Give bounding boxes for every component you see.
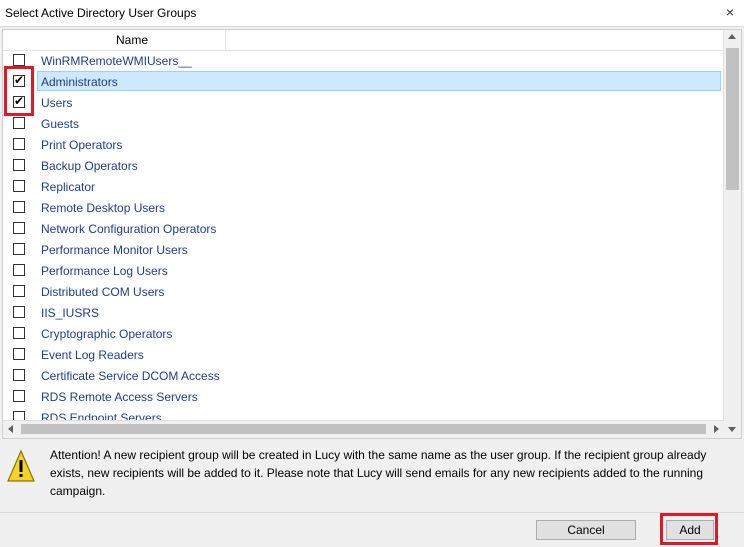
checkbox[interactable] <box>13 94 25 108</box>
checkbox[interactable] <box>13 201 25 213</box>
checkbox[interactable] <box>13 222 25 234</box>
title-bar: Select Active Directory User Groups × <box>0 0 744 27</box>
list-item[interactable]: Event Log Readers <box>3 344 723 365</box>
scroll-up-icon[interactable] <box>728 34 736 39</box>
list-item-label[interactable]: Performance Log Users <box>37 260 721 280</box>
checkbox[interactable] <box>13 54 25 66</box>
list-header: Name <box>3 30 723 51</box>
list-item[interactable]: Backup Operators <box>3 155 723 176</box>
list-item-label[interactable]: RDS Remote Access Servers <box>37 386 721 406</box>
checkbox[interactable] <box>13 285 25 297</box>
checkbox[interactable] <box>13 390 25 402</box>
list-item-label[interactable]: IIS_IUSRS <box>37 302 721 322</box>
list-item-label[interactable]: Users <box>37 92 721 112</box>
list-item[interactable]: Replicator <box>3 176 723 197</box>
vertical-scroll-thumb[interactable] <box>726 48 739 190</box>
checkbox[interactable] <box>13 264 25 276</box>
list-item[interactable]: Administrators <box>3 71 723 92</box>
scroll-down-icon[interactable] <box>728 427 736 432</box>
list-rows: WinRMRemoteWMIUsers__AdministratorsUsers… <box>3 50 723 438</box>
checkbox[interactable] <box>13 180 25 192</box>
list-item-label[interactable]: Certificate Service DCOM Access <box>37 365 721 385</box>
list-item[interactable]: Remote Desktop Users <box>3 197 723 218</box>
list-item-label[interactable]: Backup Operators <box>37 155 721 175</box>
checkbox[interactable] <box>13 159 25 171</box>
list-item-label[interactable]: Distributed COM Users <box>37 281 721 301</box>
warning-icon <box>7 449 35 482</box>
list-item[interactable]: Certificate Service DCOM Access <box>3 365 723 386</box>
checkbox[interactable] <box>13 117 25 129</box>
list-item[interactable]: Performance Log Users <box>3 260 723 281</box>
warning-message: Attention! A new recipient group will be… <box>50 448 707 498</box>
scroll-right-icon[interactable] <box>714 425 719 433</box>
list-item[interactable]: Performance Monitor Users <box>3 239 723 260</box>
add-button[interactable]: Add <box>666 520 714 540</box>
list-item-label[interactable]: Event Log Readers <box>37 344 721 364</box>
list-item-label[interactable]: Performance Monitor Users <box>37 239 721 259</box>
list-item-label[interactable]: Replicator <box>37 176 721 196</box>
list-item[interactable]: Cryptographic Operators <box>3 323 723 344</box>
list-item-label[interactable]: Remote Desktop Users <box>37 197 721 217</box>
list-item-label[interactable]: Print Operators <box>37 134 721 154</box>
list-item[interactable]: Print Operators <box>3 134 723 155</box>
list-item[interactable]: WinRMRemoteWMIUsers__ <box>3 50 723 71</box>
list-item[interactable]: IIS_IUSRS <box>3 302 723 323</box>
list-item-label[interactable]: Cryptographic Operators <box>37 323 721 343</box>
list-item[interactable]: Users <box>3 92 723 113</box>
close-icon[interactable]: × <box>726 4 734 20</box>
checkbox[interactable] <box>13 348 25 360</box>
list-item[interactable]: Network Configuration Operators <box>3 218 723 239</box>
horizontal-scrollbar[interactable] <box>3 420 724 438</box>
divider <box>0 512 744 513</box>
group-list: Name WinRMRemoteWMIUsers__Administrators… <box>2 29 742 439</box>
checkbox[interactable] <box>13 243 25 255</box>
vertical-scrollbar[interactable] <box>723 30 741 438</box>
list-item-label[interactable]: Guests <box>37 113 721 133</box>
checkbox[interactable] <box>13 369 25 381</box>
list-item[interactable]: Distributed COM Users <box>3 281 723 302</box>
checkbox[interactable] <box>13 138 25 150</box>
list-item[interactable]: RDS Remote Access Servers <box>3 386 723 407</box>
checkbox[interactable] <box>13 73 25 87</box>
list-item-label[interactable]: WinRMRemoteWMIUsers__ <box>37 50 721 70</box>
horizontal-scroll-thumb[interactable] <box>21 424 706 434</box>
cancel-button[interactable]: Cancel <box>536 520 636 540</box>
checkbox[interactable] <box>13 327 25 339</box>
column-header-name[interactable]: Name <box>39 30 226 50</box>
list-item-label[interactable]: Administrators <box>37 71 721 91</box>
window-title: Select Active Directory User Groups <box>5 6 197 20</box>
scroll-left-icon[interactable] <box>8 425 13 433</box>
checkbox[interactable] <box>13 306 25 318</box>
list-item-label[interactable]: Network Configuration Operators <box>37 218 721 238</box>
list-item[interactable]: Guests <box>3 113 723 134</box>
